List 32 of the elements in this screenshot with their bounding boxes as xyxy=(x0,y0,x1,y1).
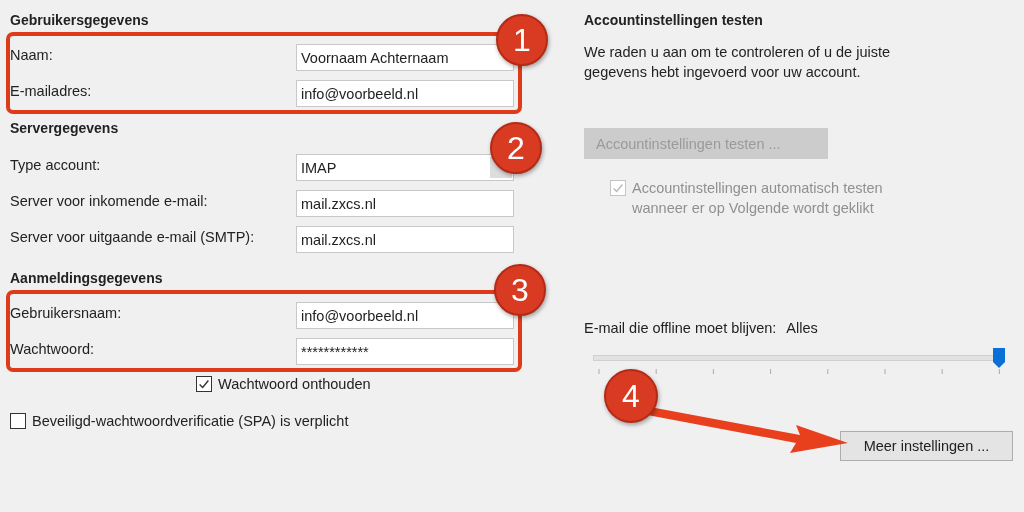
section-heading: Aanmeldingsgegevens xyxy=(10,269,164,288)
step-badge: 4 xyxy=(604,369,658,423)
step-badge: 1 xyxy=(496,14,548,66)
input-field[interactable]: Voornaam Achternaam xyxy=(296,44,514,71)
password-field[interactable]: ************ xyxy=(296,338,514,365)
field-label: Gebruikersnaam: xyxy=(10,304,122,321)
input-field[interactable]: mail.zxcs.nl xyxy=(296,190,514,217)
field-label: Server voor uitgaande e-mail (SMTP): xyxy=(10,228,255,245)
offline-label: E-mail die offline moet blijven: xyxy=(584,320,777,336)
offline-value: Alles xyxy=(786,320,818,336)
checkbox-label: Beveiligd-wachtwoordverificatie (SPA) is verplicht xyxy=(32,413,349,429)
description-text: We raden u aan om te controleren of u de juiste gegevens hebt ingevoerd voor uw account. xyxy=(584,43,892,82)
checkbox-label: Wachtwoord onthouden xyxy=(218,376,371,392)
field-label: Wachtwoord: xyxy=(10,340,95,357)
input-field[interactable]: info@voorbeeld.nl xyxy=(296,80,514,107)
input-field[interactable]: info@voorbeeld.nl xyxy=(296,302,514,329)
offline-slider[interactable] xyxy=(593,348,1005,368)
step-badge: 2 xyxy=(490,122,542,174)
section-heading: Accountinstellingen testen xyxy=(584,11,763,30)
checkbox[interactable] xyxy=(10,413,26,429)
input-field[interactable]: mail.zxcs.nl xyxy=(296,226,514,253)
field-label: E-mailadres: xyxy=(10,82,92,99)
step-badge: 3 xyxy=(494,264,546,316)
field-label: Naam: xyxy=(10,46,53,63)
checkbox-label: Accountinstellingen automatisch testen wanneer er op Volgende wordt geklikt xyxy=(632,179,884,218)
section-heading: Gebruikersgegevens xyxy=(10,11,150,30)
field-label: Server voor inkomende e-mail: xyxy=(10,192,208,209)
slider-thumb[interactable] xyxy=(993,348,1005,368)
section-heading: Servergegevens xyxy=(10,119,120,138)
checkbox[interactable] xyxy=(196,376,212,392)
more-settings-button[interactable]: Meer instellingen ... xyxy=(840,431,1013,461)
field-label: Type account: xyxy=(10,156,101,173)
